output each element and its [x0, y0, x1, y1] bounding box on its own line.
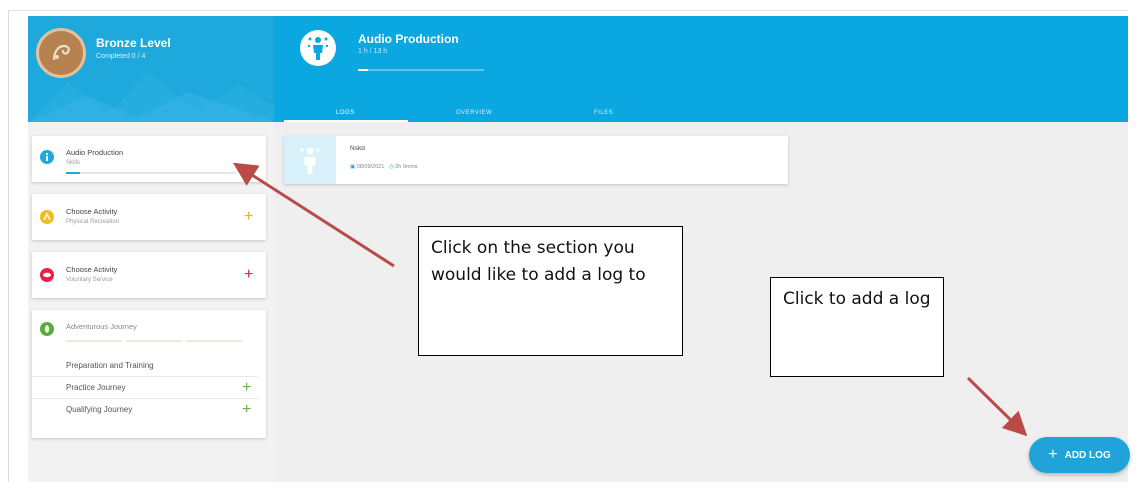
- app-frame: Bronze Level Completed 0 / 4 Audio Produ…: [0, 0, 1138, 491]
- arrow-to-add-log: [966, 376, 1028, 437]
- add-log-button[interactable]: + ADD LOG: [1029, 437, 1130, 473]
- plus-icon: +: [1048, 446, 1058, 463]
- annotation-arrows: [232, 162, 1028, 437]
- arrow-to-section: [232, 162, 395, 268]
- add-log-label: ADD LOG: [1064, 449, 1111, 461]
